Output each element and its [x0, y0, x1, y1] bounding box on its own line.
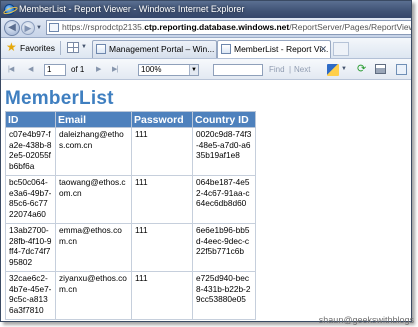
cell-password: 111: [131, 127, 193, 176]
next-link[interactable]: Next: [294, 65, 310, 74]
page-number-input[interactable]: 1: [44, 64, 66, 76]
page-icon: [221, 44, 231, 54]
favorites-star-icon[interactable]: ★: [6, 40, 17, 54]
address-field[interactable]: https://rsprodctp2135.ctp.reporting.data…: [46, 20, 411, 35]
page-count: of 1: [71, 65, 85, 74]
url-prefix: https://rsprodctp2135.: [62, 22, 145, 32]
find-link[interactable]: Find: [269, 65, 285, 74]
report-body: MemberList ID Email Password Country ID …: [1, 81, 411, 321]
history-dropdown-icon[interactable]: ▼: [36, 25, 42, 31]
next-page-icon[interactable]: ▶: [96, 65, 101, 73]
member-table: ID Email Password Country ID c07e4b97-fa…: [5, 111, 256, 320]
cell-country-id: e725d940-bec8-431b-b22b-29cc53880e05: [192, 271, 256, 320]
find-separator: |: [289, 65, 292, 74]
tab-management-portal[interactable]: Management Portal – Win...: [92, 40, 217, 58]
watermark-text: shaun@geekswithblogs: [318, 315, 414, 325]
cell-id: 13ab2700-28fb-4f10-9ff4-7dc74f795802: [5, 223, 56, 272]
cell-id: c07e4b97-fa2e-438b-82e5-02055fb6bf6a: [5, 127, 56, 176]
back-arrow-icon[interactable]: ◀: [4, 20, 20, 36]
find-input[interactable]: [213, 64, 263, 76]
prev-page-icon[interactable]: ◀: [28, 65, 33, 73]
zoom-select[interactable]: 100% ▼: [138, 64, 199, 76]
tab-list-dropdown-icon[interactable]: ▼: [81, 44, 87, 50]
window-title: MemberList - Report Viewer - Windows Int…: [19, 4, 245, 14]
print-icon[interactable]: [375, 64, 386, 74]
table-row: 32cae6c2-4b7e-45e7-9c5c-a8136a3f7810 ziy…: [5, 271, 256, 320]
export-dropdown-icon[interactable]: ▼: [341, 66, 347, 72]
report-title: MemberList: [5, 88, 114, 109]
cell-password: 111: [131, 271, 193, 320]
quick-tabs-icon[interactable]: [67, 42, 79, 53]
cell-id: bc50c064-e3a6-49b7-85c6-6c7722074a60: [5, 175, 56, 224]
cell-email: emma@ethos.com.cn: [55, 223, 132, 272]
cell-country-id: 064be187-4e52-4c67-91aa-c64ec6db8d60: [192, 175, 256, 224]
export-icon[interactable]: [327, 64, 339, 76]
table-row: 13ab2700-28fb-4f10-9ff4-7dc74f795802 emm…: [5, 223, 256, 272]
new-tab-button[interactable]: [333, 42, 349, 56]
title-bar: MemberList - Report Viewer - Windows Int…: [1, 1, 411, 18]
refresh-icon[interactable]: ⟳: [357, 63, 366, 75]
column-header-country-id: Country ID: [192, 111, 256, 128]
ie-logo-icon: [4, 4, 15, 15]
tab-label: Management Portal – Win...: [109, 44, 215, 54]
table-header-row: ID Email Password Country ID: [5, 111, 256, 128]
first-page-icon[interactable]: |◀: [8, 65, 14, 73]
tab-label: MemberList - Report Vi...: [234, 44, 329, 54]
cell-password: 111: [131, 175, 193, 224]
cell-email: daleizhang@ethos.com.cn: [55, 127, 132, 176]
cell-password: 111: [131, 223, 193, 272]
close-tab-icon[interactable]: ✕: [319, 41, 327, 57]
url-host: ctp.reporting.database.windows.net: [144, 22, 290, 32]
page-icon: [49, 23, 59, 32]
favorites-button[interactable]: Favorites: [20, 43, 55, 53]
url-path: /ReportServer/Pages/ReportViewer.aspx?/: [289, 22, 411, 32]
toolbar-divider: [60, 41, 61, 55]
column-header-id: ID: [5, 111, 56, 128]
address-row: ◀ ▶ ▼ https://rsprodctp2135.ctp.reportin…: [1, 18, 411, 38]
page-icon: [96, 44, 106, 54]
favorites-bar: ★ Favorites ▼ Management Portal – Win...…: [1, 38, 411, 59]
tab-memberlist[interactable]: MemberList - Report Vi... ✕: [217, 40, 331, 58]
column-header-password: Password: [131, 111, 193, 128]
atom-feed-icon[interactable]: [396, 64, 407, 75]
column-header-email: Email: [55, 111, 132, 128]
report-viewer-toolbar: |◀ ◀ 1 of 1 ▶ ▶| 100% ▼ Find | Next ▼ ⟳: [1, 59, 411, 80]
cell-email: ziyanxu@ethos.com.cn: [55, 271, 132, 320]
cell-email: taowang@ethos.com.cn: [55, 175, 132, 224]
last-page-icon[interactable]: ▶|: [112, 65, 118, 73]
ie-window: MemberList - Report Viewer - Windows Int…: [0, 0, 412, 322]
table-row: c07e4b97-fa2e-438b-82e5-02055fb6bf6a dal…: [5, 127, 256, 176]
chevron-down-icon[interactable]: ▼: [189, 65, 198, 75]
zoom-value: 100%: [141, 65, 162, 74]
cell-id: 32cae6c2-4b7e-45e7-9c5c-a8136a3f7810: [5, 271, 56, 320]
forward-arrow-icon[interactable]: ▶: [21, 21, 35, 35]
table-row: bc50c064-e3a6-49b7-85c6-6c7722074a60 tao…: [5, 175, 256, 224]
cell-country-id: 6e6e1b96-bb5d-4eec-9dec-c22f5b771c6b: [192, 223, 256, 272]
cell-country-id: 0020c9d8-74f3-48e5-a7d0-a635b19af1e8: [192, 127, 256, 176]
